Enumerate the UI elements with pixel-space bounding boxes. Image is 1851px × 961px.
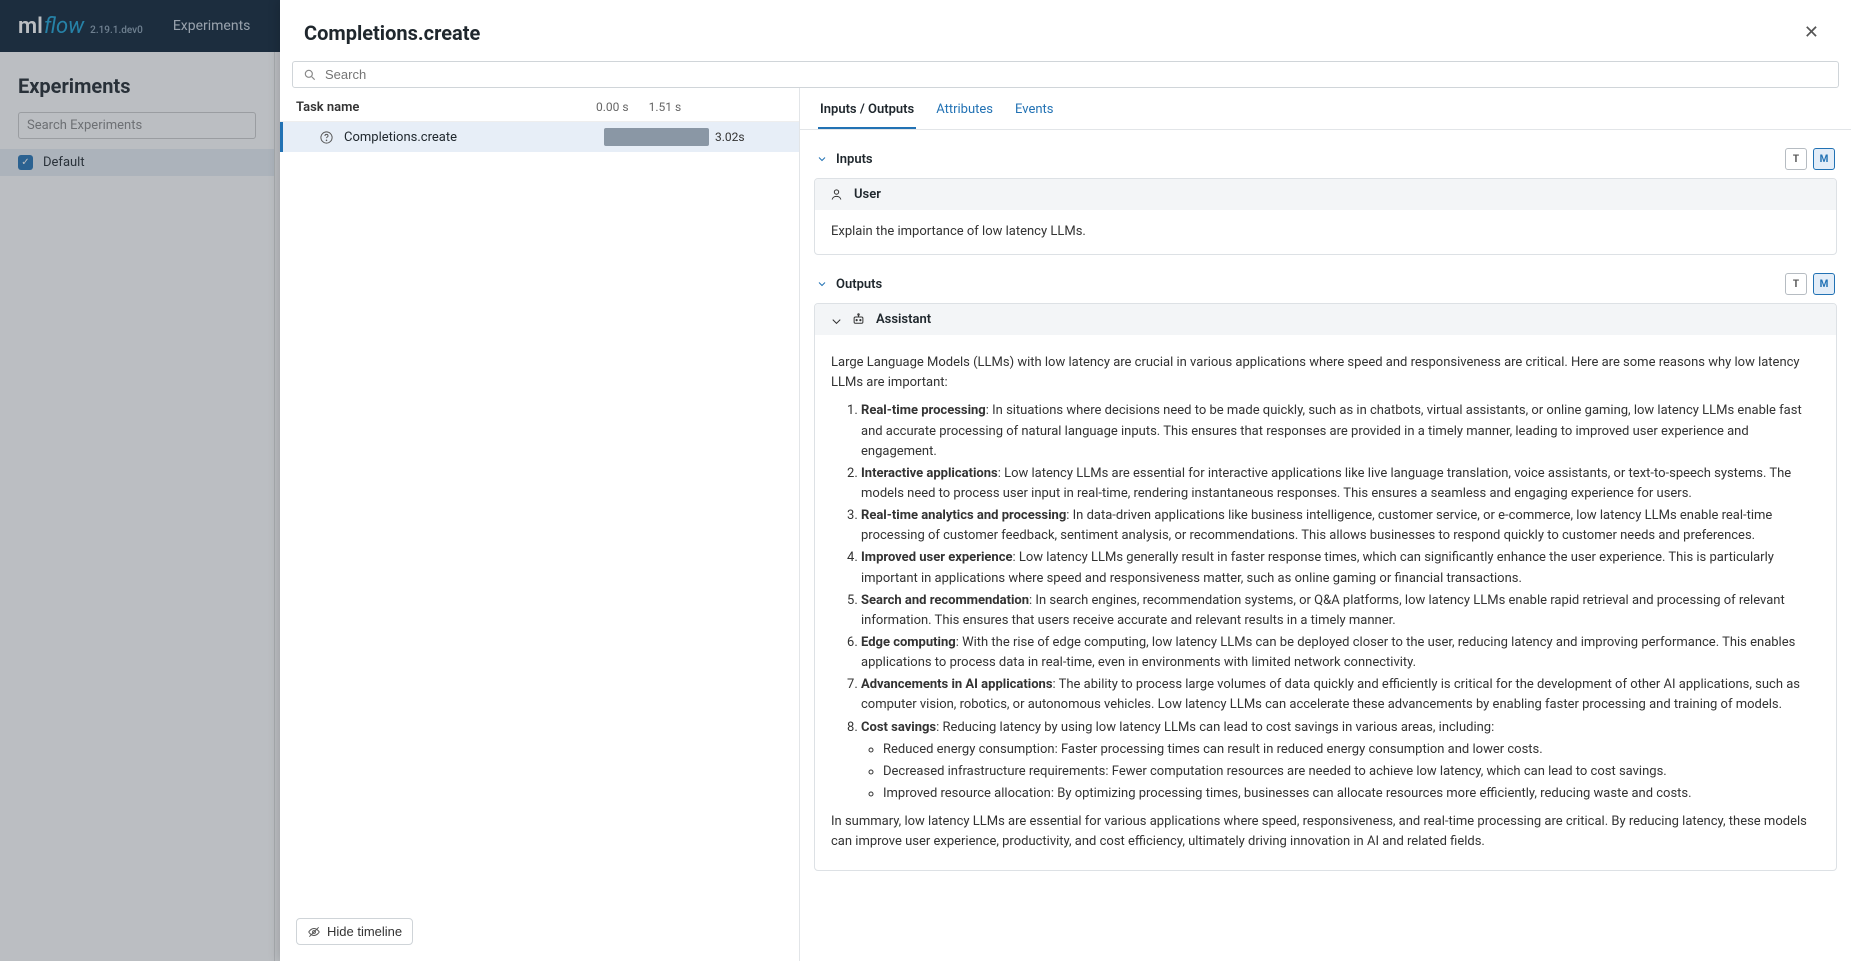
time-axis: 0.00 s 1.51 s [596, 100, 783, 115]
time-tick: 1.51 s [649, 100, 682, 115]
timeline-column: Task name 0.00 s 1.51 s Completions.crea… [280, 88, 800, 961]
search-icon [303, 68, 317, 82]
task-bar-wrap: 3.02s [580, 128, 799, 146]
panel-header: Completions.create ✕ [280, 0, 1851, 57]
task-label: Completions.create [283, 130, 580, 145]
hide-timeline-label: Hide timeline [327, 924, 402, 939]
user-card-body: Explain the importance of low latency LL… [815, 210, 1836, 254]
cost-sub-item: Decreased infrastructure requirements: F… [883, 762, 1820, 782]
eye-off-icon [307, 925, 321, 939]
outputs-title-wrap[interactable]: Outputs [816, 277, 882, 292]
tasks-header: Task name 0.00 s 1.51 s [280, 88, 799, 122]
assistant-point: Improved user experience: Low latency LL… [861, 548, 1820, 588]
assistant-point: Real-time processing: In situations wher… [861, 401, 1820, 461]
tab-attributes[interactable]: Attributes [934, 98, 995, 129]
assistant-point: Edge computing: With the rise of edge co… [861, 633, 1820, 673]
task-duration: 3.02s [715, 130, 745, 144]
assistant-role-label: Assistant [876, 312, 931, 327]
user-card-head: User [815, 179, 1836, 210]
panel-title: Completions.create [304, 21, 480, 45]
bot-icon [851, 312, 866, 327]
assistant-message-card: Assistant Large Language Models (LLMs) w… [814, 303, 1837, 871]
trace-detail-panel: Completions.create ✕ Task name 0.00 s 1.… [280, 0, 1851, 961]
task-name-header: Task name [296, 100, 596, 115]
detail-column: Inputs / Outputs Attributes Events Input… [800, 88, 1851, 961]
user-icon [829, 187, 844, 202]
assistant-summary: In summary, low latency LLMs are essenti… [831, 812, 1820, 852]
inputs-title-wrap[interactable]: Inputs [816, 152, 873, 167]
question-icon [319, 130, 334, 145]
assistant-point: Interactive applications: Low latency LL… [861, 464, 1820, 504]
mode-text-button[interactable]: T [1785, 273, 1807, 295]
task-duration-bar [604, 128, 709, 146]
inputs-section-head: Inputs T M [814, 144, 1837, 178]
detail-tabs: Inputs / Outputs Attributes Events [800, 88, 1851, 130]
user-role-label: User [854, 187, 881, 202]
close-icon[interactable]: ✕ [1796, 18, 1827, 47]
cost-sub-item: Reduced energy consumption: Faster proce… [883, 740, 1820, 760]
assistant-point: Cost savings: Reducing latency by using … [861, 718, 1820, 805]
user-message-card: User Explain the importance of low laten… [814, 178, 1837, 255]
hide-timeline-button[interactable]: Hide timeline [296, 918, 413, 945]
chevron-down-icon [816, 153, 828, 165]
assistant-point: Search and recommendation: In search eng… [861, 591, 1820, 631]
tab-inputs-outputs[interactable]: Inputs / Outputs [818, 98, 916, 129]
mode-text-button[interactable]: T [1785, 148, 1807, 170]
panel-columns: Task name 0.00 s 1.51 s Completions.crea… [280, 88, 1851, 961]
mode-markdown-button[interactable]: M [1813, 273, 1835, 295]
inputs-label: Inputs [836, 152, 873, 167]
chevron-down-icon [816, 278, 828, 290]
user-message: Explain the importance of low latency LL… [831, 224, 1086, 239]
time-tick: 0.00 s [596, 100, 629, 115]
task-name: Completions.create [344, 130, 457, 145]
cost-sublist: Reduced energy consumption: Faster proce… [861, 740, 1820, 804]
tab-events[interactable]: Events [1013, 98, 1055, 129]
assistant-card-body: Large Language Models (LLMs) with low la… [815, 335, 1836, 870]
outputs-mode-buttons: T M [1785, 273, 1835, 295]
assistant-points-list: Real-time processing: In situations wher… [831, 401, 1820, 804]
task-row[interactable]: Completions.create 3.02s [280, 122, 799, 152]
assistant-card-head[interactable]: Assistant [815, 304, 1836, 335]
mode-markdown-button[interactable]: M [1813, 148, 1835, 170]
assistant-point: Advancements in AI applications: The abi… [861, 675, 1820, 715]
outputs-label: Outputs [836, 277, 882, 292]
outputs-section-head: Outputs T M [814, 269, 1837, 303]
panel-search[interactable] [292, 61, 1839, 88]
chevron-down-icon [829, 314, 841, 326]
detail-body: Inputs T M User Explain the importance o… [800, 130, 1851, 961]
panel-search-input[interactable] [325, 67, 1828, 82]
cost-sub-item: Improved resource allocation: By optimiz… [883, 784, 1820, 804]
inputs-mode-buttons: T M [1785, 148, 1835, 170]
assistant-intro: Large Language Models (LLMs) with low la… [831, 353, 1820, 393]
assistant-point: Real-time analytics and processing: In d… [861, 506, 1820, 546]
